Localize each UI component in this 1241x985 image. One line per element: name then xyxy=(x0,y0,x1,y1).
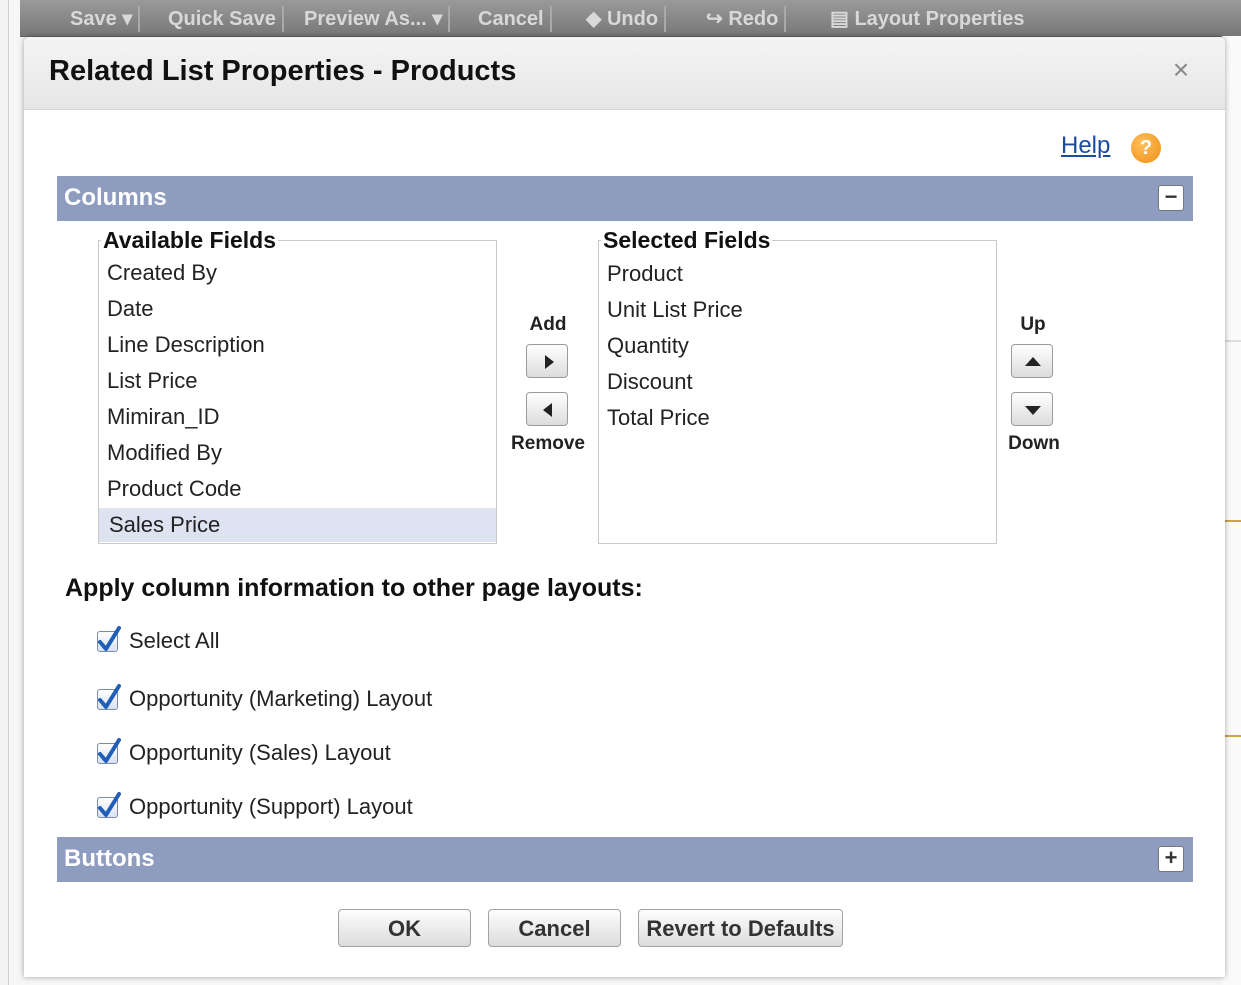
checkbox[interactable] xyxy=(97,792,121,818)
available-fields-label: Available Fields xyxy=(101,227,278,254)
list-item[interactable]: Date xyxy=(107,296,153,322)
ok-button[interactable]: OK xyxy=(338,909,471,947)
remove-button[interactable] xyxy=(526,392,568,426)
list-item[interactable]: Product xyxy=(607,261,683,287)
list-item[interactable]: Unit List Price xyxy=(607,297,743,323)
bg-quick-save-button: Quick Save xyxy=(162,6,284,32)
close-icon[interactable]: × xyxy=(1168,56,1194,84)
columns-section-header[interactable]: Columns − xyxy=(57,176,1193,221)
expand-icon[interactable]: + xyxy=(1158,846,1184,872)
columns-section-title: Columns xyxy=(64,184,167,211)
cancel-button[interactable]: Cancel xyxy=(488,909,621,947)
checkmark-icon xyxy=(98,626,121,651)
selected-fields-listbox[interactable]: Product Unit List Price Quantity Discoun… xyxy=(598,240,997,544)
apply-layouts-heading: Apply column information to other page l… xyxy=(65,574,643,602)
list-item[interactable]: Modified By xyxy=(107,440,222,466)
remove-label: Remove xyxy=(511,433,585,454)
arrow-left-icon xyxy=(543,403,552,417)
list-item[interactable]: Created By xyxy=(107,260,217,286)
selected-fields-label: Selected Fields xyxy=(601,227,773,254)
down-label: Down xyxy=(1008,433,1060,454)
move-down-button[interactable] xyxy=(1011,392,1053,426)
list-item[interactable]: Line Description xyxy=(107,332,265,358)
bg-undo-button: ◆ Undo xyxy=(580,6,667,32)
checkbox-label: Opportunity (Sales) Layout xyxy=(129,740,391,765)
arrow-up-icon xyxy=(1025,357,1041,366)
checkbox[interactable] xyxy=(97,684,121,710)
arrow-right-icon xyxy=(545,355,554,369)
available-fields-listbox[interactable]: Created By Date Line Description List Pr… xyxy=(98,240,497,544)
dialog-header: Related List Properties - Products × xyxy=(24,37,1225,110)
bg-redo-button: ↪ Redo xyxy=(700,6,787,32)
help-icon[interactable]: ? xyxy=(1131,133,1161,163)
checkbox-label: Opportunity (Support) Layout xyxy=(129,794,413,819)
checkbox[interactable] xyxy=(97,738,121,764)
bg-save-button: Save ▾ xyxy=(64,6,141,32)
buttons-section-title: Buttons xyxy=(64,845,155,872)
checkmark-icon xyxy=(98,792,121,817)
background-toolbar: Save ▾ Quick Save Preview As... ▾ Cancel… xyxy=(20,0,1241,37)
list-item[interactable]: Total Price xyxy=(607,405,710,431)
arrow-down-icon xyxy=(1025,406,1041,415)
checkbox-label: Select All xyxy=(129,628,220,653)
bg-cancel-button: Cancel xyxy=(472,6,552,32)
bg-preview-as-button: Preview As... ▾ xyxy=(298,6,451,32)
checkmark-icon xyxy=(98,684,121,709)
related-list-properties-dialog: Related List Properties - Products × Hel… xyxy=(24,37,1225,977)
move-up-button[interactable] xyxy=(1011,344,1053,378)
bg-layout-properties-button: ▤ Layout Properties xyxy=(830,8,1025,30)
up-label: Up xyxy=(1020,314,1046,335)
list-item[interactable]: Mimiran_ID xyxy=(107,404,219,430)
help-link[interactable]: Help xyxy=(1061,132,1110,160)
list-item[interactable]: Product Code xyxy=(107,476,242,502)
collapse-icon[interactable]: − xyxy=(1158,185,1184,211)
checkmark-icon xyxy=(98,738,121,763)
checkbox-label: Opportunity (Marketing) Layout xyxy=(129,686,433,711)
buttons-section-header[interactable]: Buttons + xyxy=(57,837,1193,882)
list-item[interactable]: List Price xyxy=(107,368,197,394)
list-item[interactable]: Discount xyxy=(607,369,693,395)
add-button[interactable] xyxy=(526,344,568,378)
revert-to-defaults-button[interactable]: Revert to Defaults xyxy=(638,909,843,947)
list-item[interactable]: Quantity xyxy=(607,333,689,359)
list-item-selected[interactable]: Sales Price xyxy=(99,508,496,542)
checkbox[interactable] xyxy=(97,626,121,652)
dialog-title: Related List Properties - Products xyxy=(49,55,517,87)
add-label: Add xyxy=(529,314,567,335)
